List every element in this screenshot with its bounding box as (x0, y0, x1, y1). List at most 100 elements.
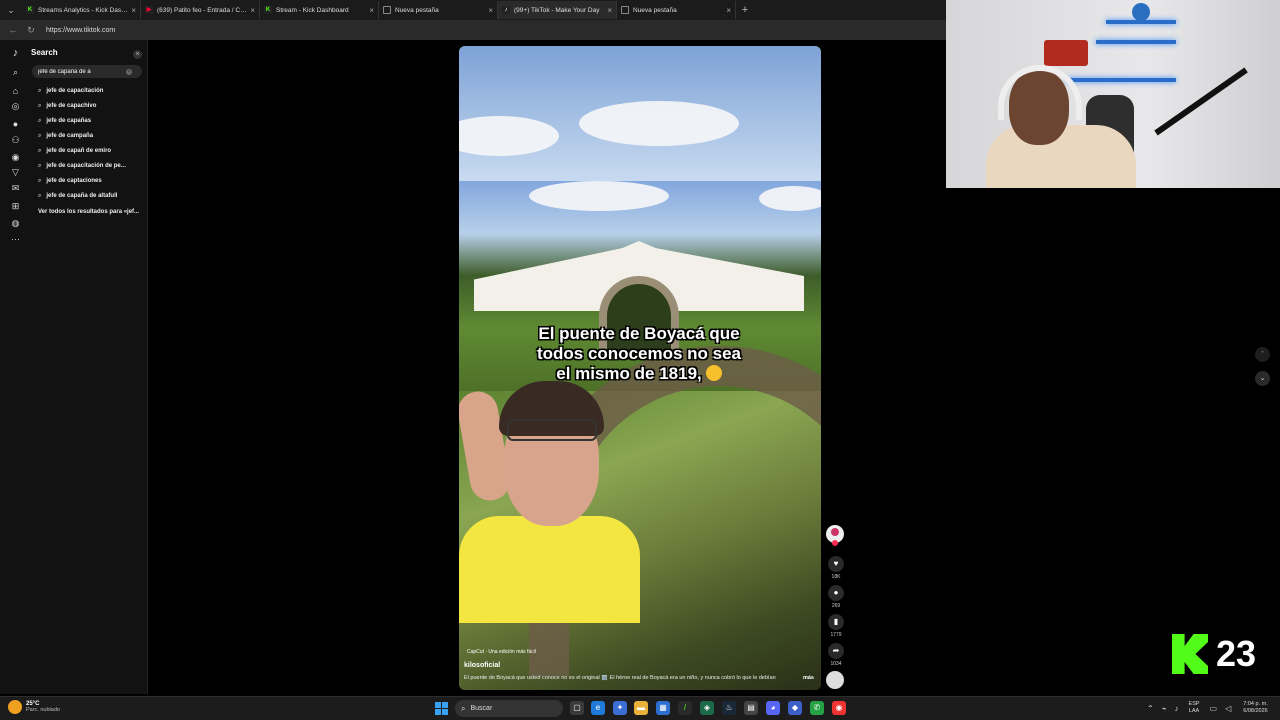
view-all-results-link[interactable]: Ver todos los resultados para «jef... (38, 209, 139, 215)
steam-icon[interactable]: ♨ (722, 701, 736, 715)
following-avatar-icon[interactable]: ● (10, 118, 21, 129)
url-field[interactable]: https://www.tiktok.com (46, 27, 115, 34)
like-button[interactable]: ♥ 18K (828, 556, 844, 580)
messages-icon[interactable]: ✉ (10, 183, 21, 194)
explore-icon[interactable]: ◎ (10, 101, 21, 112)
windows-start-icon[interactable] (435, 702, 448, 715)
search-icon: ⌕ (38, 117, 42, 124)
kick-viewer-badge: 23 (1172, 633, 1256, 675)
volume-icon[interactable]: ◁ (1225, 704, 1231, 713)
clock[interactable]: 7:04 p. m. 6/08/2026 (1243, 701, 1267, 715)
search-suggestion[interactable]: ⌕ jefe de capañ de emiro (38, 145, 111, 157)
tab-close-icon[interactable]: × (131, 6, 136, 15)
browser-tab[interactable]: ♪ (99+) TikTok - Make Your Day × (498, 1, 617, 19)
store-icon[interactable]: ▦ (656, 701, 670, 715)
led-shelf (1066, 78, 1176, 82)
browser-tab[interactable]: Nueva pestaña × (617, 1, 736, 19)
tab-favicon-icon (383, 6, 391, 14)
heart-icon: ♥ (828, 556, 844, 572)
caption-line-3: el mismo de 1819, (489, 364, 789, 384)
task-view-icon[interactable]: ▢ (570, 701, 584, 715)
follow-plus-icon[interactable] (832, 540, 838, 546)
system-tray: ⌃ ⌁ ♪ ESP LAA ▭ ◁ 7:04 p. m. 6/08/2026 (1143, 701, 1268, 715)
upload-icon[interactable]: ⊞ (10, 201, 21, 212)
browser-tab[interactable]: K Streams Analytics - Kick Dashboard× (22, 1, 141, 19)
tab-search-icon[interactable]: ⌄ (0, 0, 22, 20)
video-player[interactable]: El puente de Boyacá que todos conocemos … (459, 46, 821, 690)
profile-icon[interactable]: ◍ (10, 218, 21, 229)
edge-icon[interactable]: e (591, 701, 605, 715)
video-caption: El puente de Boyacá que todos conocemos … (489, 324, 789, 384)
browser-tab[interactable]: Nueva pestaña × (379, 1, 498, 19)
search-field[interactable]: × (32, 65, 142, 78)
headset (998, 65, 1082, 120)
app-icon[interactable]: ◈ (700, 701, 714, 715)
search-input[interactable] (38, 68, 126, 75)
chevron-up-icon[interactable]: ⌃ (1147, 704, 1154, 713)
friends-icon[interactable]: ⚇ (10, 135, 21, 146)
copilot-icon[interactable]: ✦ (613, 701, 627, 715)
suggestion-label: jefe de captaciones (46, 178, 102, 184)
tab-close-icon[interactable]: × (250, 6, 255, 15)
tab-close-icon[interactable]: × (726, 6, 731, 15)
save-count: 1779 (830, 632, 842, 638)
taskbar-search[interactable]: ⌕ Buscar (455, 700, 563, 717)
share-button[interactable]: ➦ 1034 (828, 643, 844, 667)
more-icon[interactable]: ··· (10, 233, 21, 244)
search-suggestion[interactable]: ⌕ jefe de captaciones (38, 175, 102, 187)
tab-title: Nueva pestaña (633, 6, 677, 14)
browser-tab[interactable]: K Stream - Kick Dashboard × (260, 1, 379, 19)
search-suggestion[interactable]: ⌕ jefe de capañas (38, 115, 91, 127)
caption-line: el mismo de 1819, (556, 364, 702, 383)
network-icon[interactable]: ⌁ (1162, 704, 1167, 713)
tab-close-icon[interactable]: × (488, 6, 493, 15)
display-icon[interactable]: ▭ (1210, 704, 1218, 713)
search-suggestion[interactable]: ⌕ jefe de capacitación (38, 85, 103, 97)
clear-search-icon[interactable]: × (126, 68, 132, 75)
tab-close-icon[interactable]: × (369, 6, 374, 15)
search-suggestion[interactable]: ⌕ jefe de capachivo (38, 100, 96, 112)
activity-icon[interactable]: ▽ (10, 167, 21, 178)
app-icon[interactable]: ◆ (788, 701, 802, 715)
music-disc-icon[interactable] (826, 671, 844, 689)
chrome-icon[interactable]: ◉ (832, 701, 846, 715)
new-tab-button[interactable]: + (736, 4, 754, 16)
close-icon[interactable]: × (133, 50, 142, 59)
kick-logo-icon (1172, 634, 1208, 674)
lang-secondary: LAA (1188, 708, 1200, 714)
video-author[interactable]: kilosoficial (464, 662, 500, 669)
app-icon[interactable]: ▤ (744, 701, 758, 715)
search-icon: ⌕ (461, 703, 466, 713)
live-icon[interactable]: ◉ (10, 152, 21, 163)
tab-list: KStreams Analytics - Kick Dashboard×▶(63… (22, 1, 736, 19)
comment-icon: ● (828, 585, 844, 601)
mic-icon[interactable]: ♪ (1175, 704, 1179, 713)
search-icon: ⌕ (38, 147, 42, 154)
tab-title: Stream - Kick Dashboard (276, 6, 349, 14)
tab-close-icon[interactable]: × (607, 6, 612, 15)
tiktok-logo-icon[interactable]: ♪ (10, 47, 21, 59)
discord-icon[interactable]: ◕ (766, 701, 780, 715)
whatsapp-icon[interactable]: ✆ (810, 701, 824, 715)
search-panel-title: Search (31, 48, 58, 57)
reload-icon[interactable]: ↻ (22, 25, 40, 36)
back-icon[interactable]: ← (4, 25, 22, 35)
language-indicator[interactable]: ESP LAA (1189, 701, 1200, 715)
search-suggestion[interactable]: ⌕ jefe de capaña de altafull (38, 190, 117, 202)
comment-button[interactable]: ● 269 (828, 585, 844, 609)
file-explorer-icon[interactable]: ▬ (634, 701, 648, 715)
search-suggestion[interactable]: ⌕ jefe de capacitación de pe... (38, 160, 126, 172)
search-suggestion[interactable]: ⌕ jefe de campaña (38, 130, 93, 142)
globe-decoration (1132, 3, 1150, 21)
capcut-label[interactable]: CapCut · Una edición más fácil (467, 649, 536, 655)
home-icon[interactable]: ⌂ (10, 85, 21, 96)
weather-widget[interactable]: 25°C Parc. nublado (8, 700, 60, 714)
next-video-icon[interactable]: ⌄ (1255, 371, 1270, 386)
search-icon[interactable]: ⌕ (10, 67, 21, 78)
save-button[interactable]: ▮ 1779 (828, 614, 844, 638)
presenter-glasses (507, 419, 597, 441)
browser-tab[interactable]: ▶ (639) Patito feo - Entrada / Cabeza × (141, 1, 260, 19)
previous-video-icon[interactable]: ⌃ (1255, 347, 1270, 362)
app-icon[interactable]: / (678, 701, 692, 715)
more-link[interactable]: más (803, 675, 814, 681)
